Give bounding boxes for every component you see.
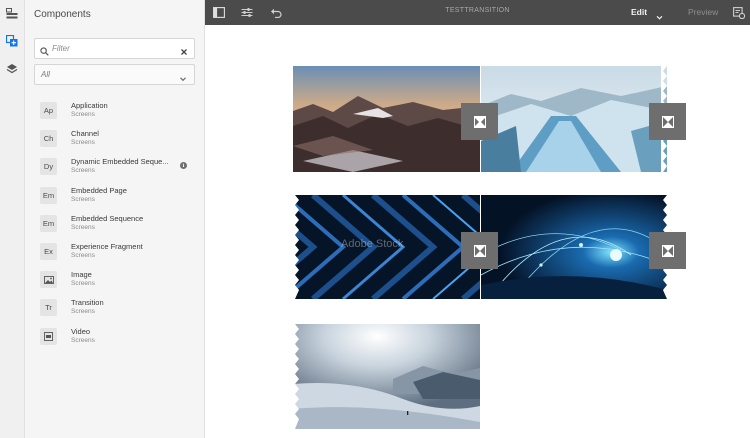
list-item[interactable]: Tr Transition Screens [25, 294, 205, 322]
component-name: Video [71, 326, 91, 336]
transition-placeholder-icon[interactable] [461, 103, 498, 140]
component-group: Screens [71, 111, 95, 118]
image-icon [40, 271, 57, 289]
page-canvas: Adobe Stock [205, 25, 750, 438]
list-item[interactable]: Dy Dynamic Embedded Seque... Screens i [25, 153, 205, 181]
component-group: Screens [71, 167, 95, 175]
transition-placeholder-icon[interactable] [649, 232, 686, 269]
network-globe-image[interactable] [481, 195, 667, 299]
glacier-image[interactable] [481, 66, 667, 172]
component-name: Image [71, 270, 92, 280]
component-name: Experience Fragment [71, 241, 143, 251]
clear-icon[interactable] [180, 43, 188, 61]
filter-input[interactable] [52, 41, 172, 56]
panel-title: Components [34, 9, 91, 20]
transition-edge [293, 324, 299, 429]
component-badge: Tr [40, 299, 57, 317]
component-badge: Em [40, 186, 57, 204]
filter-field[interactable] [34, 38, 195, 59]
component-name: Embedded Page [71, 185, 127, 195]
components-icon[interactable] [4, 33, 20, 49]
sunset-mountain-image[interactable] [293, 66, 480, 172]
component-name: Dynamic Embedded Seque... [71, 157, 169, 167]
transition-placeholder-icon[interactable] [649, 103, 686, 140]
component-name: Channel [71, 129, 99, 139]
component-name: Embedded Sequence [71, 213, 144, 223]
component-badge: Em [40, 214, 57, 232]
component-group: Screens [71, 336, 95, 344]
group-select-value: All [41, 70, 50, 79]
components-panel: Components All Ap Application Screens [25, 0, 205, 438]
list-item[interactable]: Em Embedded Sequence Screens [25, 210, 205, 238]
layers-icon[interactable] [4, 61, 20, 77]
page-structure-icon[interactable] [4, 6, 20, 22]
info-icon[interactable]: i [180, 162, 187, 170]
editor-app: Components All Ap Application Screens [0, 0, 750, 438]
group-select[interactable]: All [34, 64, 195, 85]
list-item[interactable]: Ch Channel Screens [25, 125, 205, 153]
component-badge: Ap [40, 102, 57, 119]
watermark-text: Adobe Stock [341, 238, 404, 250]
component-badge: Ch [40, 130, 57, 148]
blue-chevron-image[interactable]: Adobe Stock [293, 195, 480, 299]
list-item[interactable]: Ap Application Screens [25, 97, 205, 125]
list-item[interactable]: Image Screens [25, 266, 205, 294]
search-icon [40, 43, 49, 61]
page-title: TESTTRANSITION [445, 7, 510, 14]
top-toolbar: TESTTRANSITION Edit Preview [205, 0, 750, 25]
page-info-icon[interactable] [731, 5, 746, 20]
component-badge: Dy [40, 158, 57, 176]
preview-button[interactable]: Preview [688, 7, 718, 17]
snowy-slope-image[interactable] [293, 324, 480, 429]
component-badge: Ex [40, 242, 57, 260]
component-group: Screens [71, 280, 95, 288]
component-group: Screens [71, 251, 95, 259]
component-list: Ap Application Screens Ch Channel Screen… [25, 97, 205, 351]
component-group: Screens [71, 139, 95, 147]
component-group: Screens [71, 308, 95, 316]
list-item[interactable]: Em Embedded Page Screens [25, 182, 205, 210]
component-name: Transition [71, 298, 104, 308]
chevron-down-icon [179, 70, 187, 88]
component-name: Application [71, 101, 108, 110]
mode-selector[interactable]: Edit [631, 7, 647, 17]
transition-edge [293, 195, 299, 299]
list-item[interactable]: Video Screens [25, 323, 205, 351]
list-item[interactable]: Ex Experience Fragment Screens [25, 238, 205, 266]
component-group: Screens [71, 195, 95, 203]
side-rail [0, 0, 25, 438]
video-icon [40, 327, 57, 345]
transition-placeholder-icon[interactable] [461, 232, 498, 269]
component-group: Screens [71, 223, 95, 231]
chevron-down-icon[interactable] [656, 8, 663, 26]
